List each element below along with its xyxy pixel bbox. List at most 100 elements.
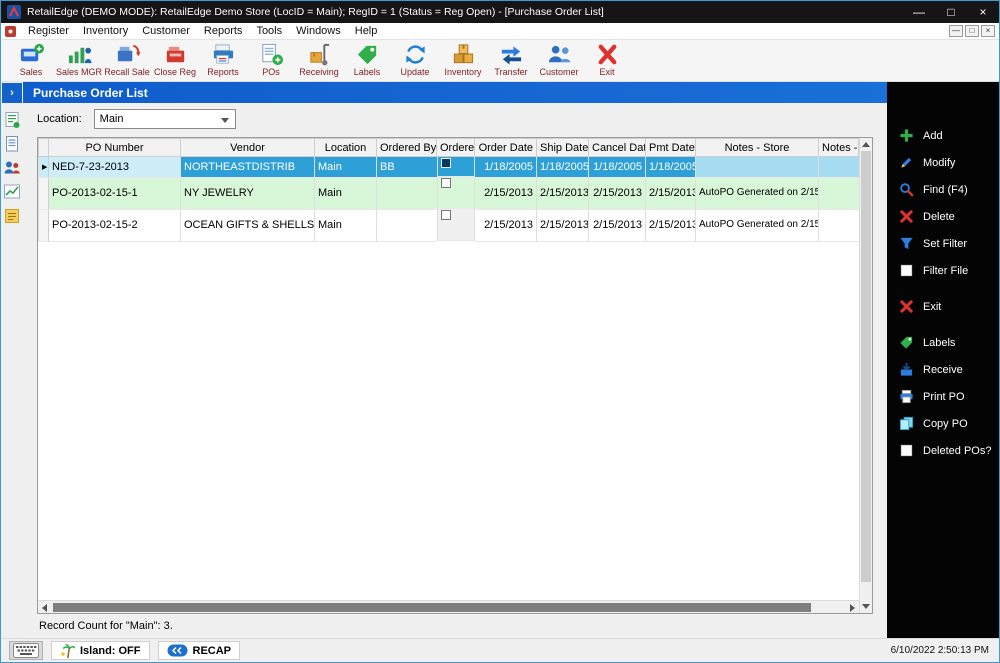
document-shortcut-icon[interactable] — [3, 135, 21, 153]
deleted-pos-button[interactable]: Deleted POs? — [887, 437, 999, 464]
col-cancel-date[interactable]: Cancel Date — [588, 138, 646, 157]
recap-button[interactable]: RECAP — [157, 641, 241, 660]
delete-button[interactable]: Delete — [887, 203, 999, 230]
menu-customer[interactable]: Customer — [135, 23, 197, 40]
scroll-down-arrow-icon[interactable] — [860, 600, 872, 613]
customers-shortcut-icon[interactable] — [3, 159, 21, 177]
cell-ordered-by: BB — [376, 156, 437, 178]
vertical-scrollbar[interactable] — [859, 138, 872, 613]
toolbar-exit[interactable]: Exit — [583, 40, 631, 77]
labels-button[interactable]: Labels — [887, 329, 999, 356]
recall-sale-icon — [117, 44, 140, 62]
notes-shortcut-icon[interactable] — [3, 207, 21, 225]
filter-icon — [900, 237, 913, 250]
table-row[interactable]: PO-2013-02-15-1 NY JEWELRY Main 2/15/201… — [38, 177, 859, 210]
toolbar-receiving[interactable]: Receiving — [295, 40, 343, 77]
ordered-checkbox[interactable] — [440, 178, 451, 188]
vertical-scroll-track[interactable] — [860, 151, 872, 600]
scroll-up-arrow-icon[interactable] — [860, 138, 872, 151]
menu-windows[interactable]: Windows — [289, 23, 348, 40]
copy-icon — [899, 416, 914, 431]
toolbar-customer[interactable]: Customer — [535, 40, 583, 77]
add-label: Add — [923, 129, 943, 142]
toolbar-pos[interactable]: POs — [247, 40, 295, 77]
print-po-label: Print PO — [923, 390, 965, 403]
receive-button[interactable]: Receive — [887, 356, 999, 383]
toolbar-transfer[interactable]: Transfer — [487, 40, 535, 77]
col-po-number[interactable]: PO Number — [48, 138, 181, 157]
customer-icon — [548, 45, 571, 63]
col-ship-date[interactable]: Ship Date — [536, 138, 589, 157]
po-table: PO Number Vendor Location Ordered By Ord… — [38, 138, 859, 242]
horizontal-scroll-thumb[interactable] — [53, 603, 811, 612]
col-ordered-by[interactable]: Ordered By — [376, 138, 437, 157]
filter-file-button[interactable]: Filter File — [887, 257, 999, 284]
toolbar-labels[interactable]: Labels — [343, 40, 391, 77]
menu-register[interactable]: Register — [21, 23, 76, 40]
expand-panel-button[interactable]: › — [2, 83, 22, 103]
toolbar-close-reg[interactable]: Close Reg — [151, 40, 199, 77]
cell-location: Main — [314, 177, 377, 210]
mdi-minimize-button[interactable]: — — [949, 25, 963, 37]
scroll-left-arrow-icon[interactable] — [42, 604, 47, 612]
mdi-close-button[interactable]: × — [981, 25, 995, 37]
find-button[interactable]: Find (F4) — [887, 176, 999, 203]
menu-reports[interactable]: Reports — [197, 23, 250, 40]
set-filter-button[interactable]: Set Filter — [887, 230, 999, 257]
cell-po-number: PO-2013-02-15-1 — [48, 177, 181, 210]
col-pmt-date[interactable]: Pmt Date — [645, 138, 696, 157]
toolbar-sales[interactable]: Sales — [7, 40, 55, 77]
child-window-icon[interactable] — [5, 25, 16, 37]
toolbar-customer-label: Customer — [539, 67, 579, 77]
location-dropdown[interactable]: Main — [93, 109, 236, 129]
col-location[interactable]: Location — [314, 138, 377, 157]
print-po-button[interactable]: Print PO — [887, 383, 999, 410]
col-order-date[interactable]: Order Date — [474, 138, 537, 157]
toolbar-inventory[interactable]: Inventory — [439, 40, 487, 77]
col-vendor[interactable]: Vendor — [180, 138, 315, 157]
location-label: Location: — [37, 113, 82, 125]
ordered-checkbox[interactable] — [440, 210, 451, 220]
maximize-button[interactable]: □ — [935, 1, 967, 23]
close-button[interactable]: × — [967, 1, 999, 23]
vertical-scroll-thumb[interactable] — [861, 151, 871, 583]
toolbar-sales-label: Sales — [19, 67, 43, 77]
exit-x-icon — [900, 300, 913, 313]
receipt-shortcut-icon[interactable] — [3, 111, 21, 129]
add-button[interactable]: Add — [887, 122, 999, 149]
scroll-right-arrow-icon[interactable] — [850, 604, 855, 612]
copy-po-button[interactable]: Copy PO — [887, 410, 999, 437]
filter-file-label: Filter File — [923, 264, 969, 277]
island-toggle-button[interactable]: Island: OFF — [51, 641, 150, 660]
toolbar-sales-mgr[interactable]: Sales MGR — [55, 40, 103, 77]
recap-label: RECAP — [192, 644, 232, 657]
cell-notes-vendor — [818, 209, 859, 242]
col-notes-vendor[interactable]: Notes - Ve — [818, 138, 859, 157]
col-ordered[interactable]: Ordered — [436, 138, 475, 157]
cell-order-date: 2/15/2013 — [474, 209, 537, 242]
app-icon — [7, 5, 21, 19]
modify-button[interactable]: Modify — [887, 149, 999, 176]
copy-po-label: Copy PO — [923, 417, 968, 430]
toolbar-update[interactable]: Update — [391, 40, 439, 77]
ordered-checkbox[interactable] — [440, 158, 451, 168]
menu-inventory[interactable]: Inventory — [76, 23, 135, 40]
horizontal-scrollbar[interactable] — [38, 600, 859, 613]
toolbar-close-reg-label: Close Reg — [153, 67, 197, 77]
toolbar-reports[interactable]: Reports — [199, 40, 247, 77]
toolbar-recall-sale[interactable]: Recall Sale — [103, 40, 151, 77]
col-notes-store[interactable]: Notes - Store — [695, 138, 819, 157]
cell-ordered — [436, 177, 474, 209]
table-row[interactable]: ▶ NED-7-23-2013 NORTHEASTDISTRIB Main BB… — [38, 156, 859, 178]
exit-button[interactable]: Exit — [887, 293, 999, 320]
menu-tools[interactable]: Tools — [249, 23, 289, 40]
menu-help[interactable]: Help — [348, 23, 385, 40]
mdi-restore-button[interactable]: □ — [965, 25, 979, 37]
toolbar-sales-mgr-label: Sales MGR — [55, 67, 102, 77]
keyboard-icon — [13, 643, 39, 658]
minimize-button[interactable]: — — [903, 1, 935, 23]
keyboard-button[interactable] — [9, 641, 43, 660]
table-row[interactable]: PO-2013-02-15-2 OCEAN GIFTS & SHELLS Mai… — [38, 209, 859, 242]
status-bar: Island: OFF RECAP 6/10/2022 2:50:13 PM — [1, 638, 999, 662]
chart-shortcut-icon[interactable] — [3, 183, 21, 201]
